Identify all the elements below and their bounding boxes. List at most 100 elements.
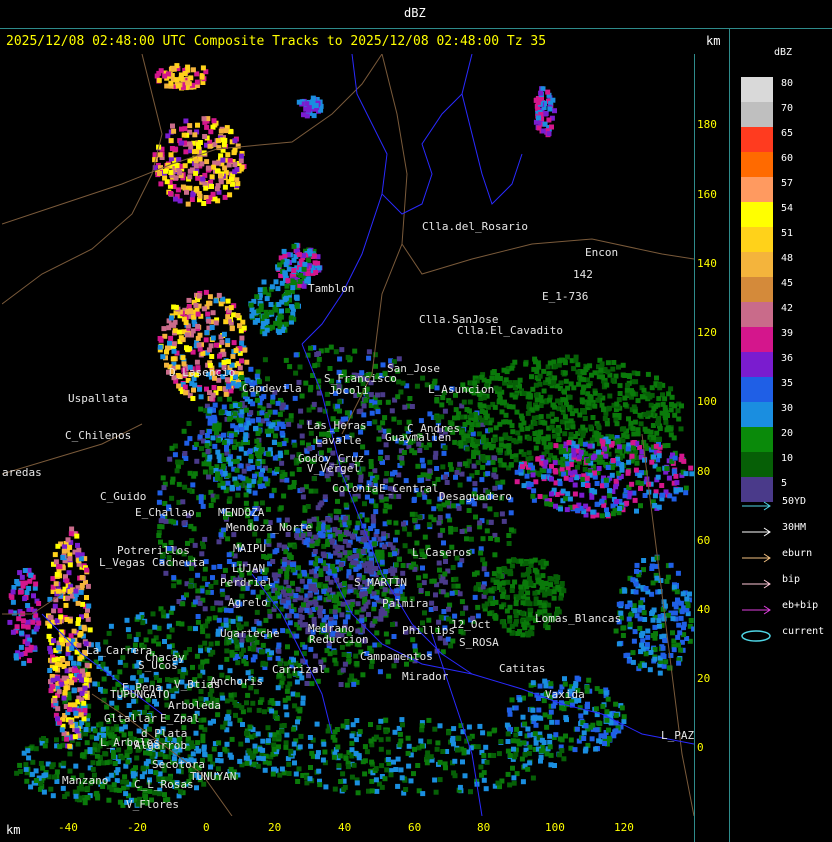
scale-swatch [741, 327, 773, 352]
scale-value: 10 [781, 453, 794, 464]
place-label: TUNUYAN [190, 770, 237, 783]
scale-value: 51 [781, 228, 794, 239]
place-label: Gltallar [104, 712, 157, 725]
x-tick-label: 80 [477, 821, 491, 834]
composite-title: 2025/12/08 02:48:00 UTC Composite Tracks… [6, 34, 547, 49]
place-label: Agrelo [228, 596, 268, 609]
scale-swatch [741, 252, 773, 277]
scale-swatch [741, 427, 773, 452]
scale-value: 80 [781, 78, 794, 89]
place-label: E_Challao [135, 506, 195, 519]
place-label: Las_Heras [307, 419, 367, 432]
scale-value: 60 [781, 153, 794, 164]
scale-value: 30 [781, 403, 794, 414]
place-label: Algarrob [134, 739, 187, 752]
scale-value: 48 [781, 253, 794, 264]
y-tick-label: 40 [697, 603, 711, 616]
track-arrow-icon [742, 501, 771, 511]
province-border [2, 54, 163, 305]
unit-title: dBZ [404, 6, 426, 20]
scale-swatch [741, 402, 773, 427]
place-label: Campamentos [360, 650, 433, 663]
place-label: Manzano [62, 774, 109, 787]
scale-swatch [741, 177, 773, 202]
place-label: Perdriel [220, 576, 273, 589]
place-label: Carrizal [272, 663, 325, 676]
track-label: eburn [782, 548, 813, 559]
place-label: Vaxida [545, 688, 585, 701]
place-label: aredas [2, 466, 42, 479]
legend-title: dBZ [774, 47, 793, 58]
scale-value: 45 [781, 278, 794, 289]
place-label: Encon [585, 246, 619, 259]
scale-value: 70 [781, 103, 794, 114]
scale-swatch [741, 127, 773, 152]
track-legend-item: eburn [740, 548, 832, 564]
place-label: S_ROSA [459, 636, 499, 649]
y-tick-label: 120 [697, 326, 717, 339]
y-tick-label: 60 [697, 534, 711, 547]
radar-map[interactable]: Clla.del_Rosario Encon 142 E_1-736 Tamblon Cl… [2, 54, 694, 816]
place-label: Lavalle [315, 434, 362, 447]
place-label: L_Vegas [99, 556, 146, 569]
scale-swatch [741, 377, 773, 402]
place-label: Jocoli [329, 384, 369, 397]
km-label-bottom: km [6, 823, 21, 837]
track-legend-item: bip [740, 574, 832, 590]
x-tick-label: 0 [203, 821, 210, 834]
place-label: Mendoza_Norte [226, 521, 313, 534]
scale-swatch [741, 302, 773, 327]
place-label: Reduccion [309, 633, 369, 646]
place-label: La_Carrera [86, 644, 153, 657]
place-label: MENDOZA [218, 506, 265, 519]
x-tick-label: 40 [338, 821, 352, 834]
scale-value: 65 [781, 128, 794, 139]
place-label: C_L_Rosas [134, 778, 194, 791]
y-tick-label: 180 [697, 118, 717, 131]
place-label: D_Lasencio [169, 366, 236, 379]
scale-value: 54 [781, 203, 794, 214]
y-tick-label: 140 [697, 257, 717, 270]
place-label: Uspallata [68, 392, 128, 405]
scale-value: 36 [781, 353, 794, 364]
place-label: E_Zpal [160, 712, 200, 725]
track-arrow-icon [742, 579, 771, 589]
track-legend-item: 50YD [740, 496, 832, 512]
track-legend-item: current [740, 626, 832, 642]
top-bar: dBZ [0, 0, 832, 29]
scale-swatch [741, 202, 773, 227]
title-bar: 2025/12/08 02:48:00 UTC Composite Tracks… [0, 29, 728, 53]
y-tick-label: 20 [697, 672, 711, 685]
place-label: E_1-736 [542, 290, 589, 303]
x-tick-label: 20 [268, 821, 282, 834]
place-label: L_PAZ [661, 729, 694, 742]
scale-swatch [741, 227, 773, 252]
scale-swatch [741, 77, 773, 102]
river [461, 93, 523, 205]
track-label: 50YD [782, 496, 807, 507]
track-legend-item: eb+bip [740, 600, 832, 616]
scale-swatch [741, 102, 773, 127]
place-label: Capdevila [242, 382, 302, 395]
place-label: S_MARTIN [354, 576, 407, 589]
track-label: 30HM [782, 522, 807, 533]
x-tick-label: -20 [127, 821, 147, 834]
place-label: LUJAN [232, 562, 266, 575]
scale-swatch [741, 277, 773, 302]
scale-value: 39 [781, 328, 794, 339]
place-label: Godoy_Cruz [298, 452, 365, 465]
y-tick-label: 100 [697, 395, 717, 408]
scale-swatch [741, 352, 773, 377]
place-label: Desaguadero [439, 490, 512, 503]
track-label: current [782, 626, 825, 637]
y-tick-label: 160 [697, 188, 717, 201]
y-tick-label: 80 [697, 465, 711, 478]
place-label: Catitas [499, 662, 546, 675]
place-label: V_Flores [126, 798, 179, 811]
scale-value: 20 [781, 428, 794, 439]
track-arrow-icon [742, 605, 771, 615]
place-label: 12_Oct [451, 618, 491, 631]
place-label: MAIPU [233, 542, 267, 555]
place-label: Tamblon [308, 282, 355, 295]
place-label: Mirador [402, 670, 449, 683]
